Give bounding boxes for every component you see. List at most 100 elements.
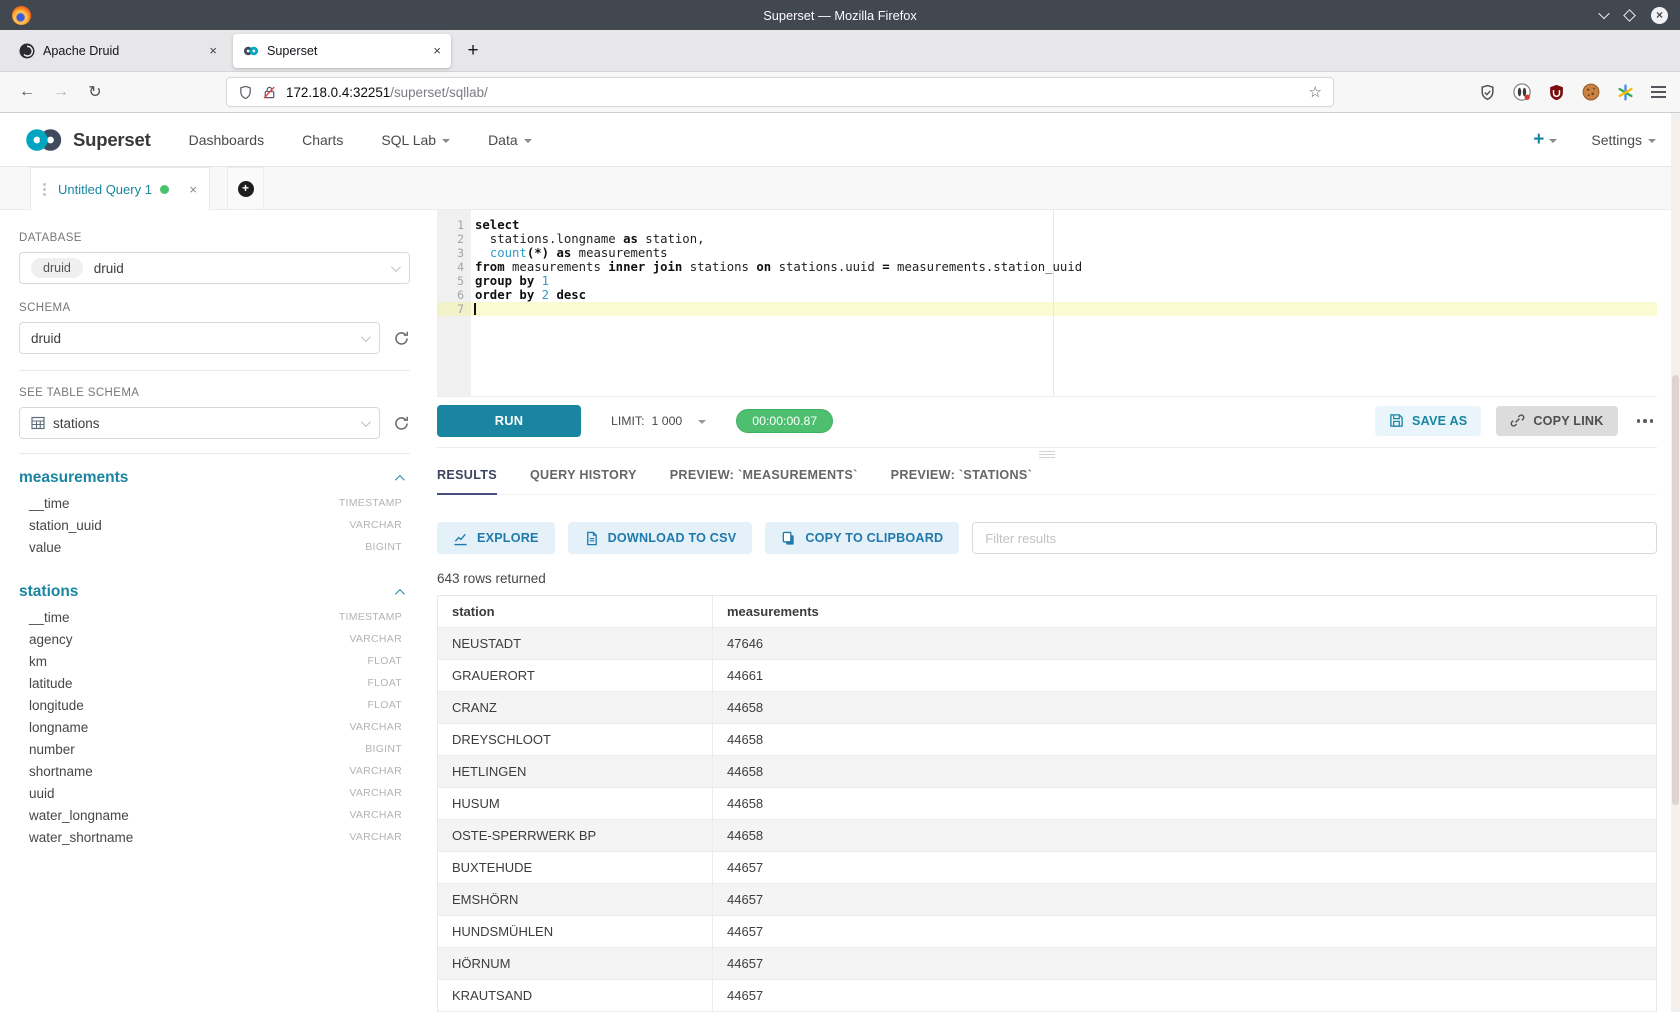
- resize-handle-icon[interactable]: [1039, 454, 1055, 455]
- table-row[interactable]: KRAUTSAND44657: [438, 980, 1656, 1012]
- browser-tab-superset[interactable]: Superset ×: [233, 34, 451, 68]
- firefox-logo: [12, 6, 31, 25]
- browser-tab-apache-druid[interactable]: Apache Druid ×: [9, 34, 227, 68]
- cell-station: HUSUM: [438, 788, 713, 819]
- column-header-station[interactable]: station: [438, 596, 713, 627]
- table-row[interactable]: OSTE-SPERRWERK BP44658: [438, 820, 1656, 852]
- copy-link-button[interactable]: COPY LINK: [1496, 406, 1617, 436]
- results-actions: EXPLORE DOWNLOAD TO CSV COPY TO CLIPBOARD: [437, 522, 1657, 554]
- column-row: agencyVARCHAR: [19, 628, 410, 650]
- editor-code[interactable]: select stations.longname as station, cou…: [471, 210, 1657, 396]
- nav-item-dashboards[interactable]: Dashboards: [189, 132, 265, 148]
- rows-returned-text: 643 rows returned: [437, 571, 1657, 586]
- cell-measurements: 44658: [713, 788, 1656, 819]
- chevron-down-icon: [1648, 139, 1656, 143]
- table-row[interactable]: HÖRNUM44657: [438, 948, 1656, 980]
- superset-favicon: [243, 43, 259, 59]
- schema-table-header[interactable]: stations: [19, 582, 410, 602]
- scrollbar-thumb[interactable]: [1672, 375, 1679, 805]
- back-icon[interactable]: ←: [14, 79, 40, 105]
- line-number: 6: [437, 288, 471, 302]
- cell-station: EMSHÖRN: [438, 884, 713, 915]
- link-icon: [1510, 413, 1525, 428]
- chevron-up-icon[interactable]: [395, 588, 405, 598]
- tracking-shield-icon[interactable]: [238, 85, 253, 100]
- database-select[interactable]: druid druid: [19, 252, 410, 284]
- menu-icon[interactable]: [1651, 91, 1666, 93]
- privacy-badger-icon[interactable]: [1513, 83, 1531, 101]
- forward-icon[interactable]: →: [48, 79, 74, 105]
- chevron-down-icon: [442, 139, 450, 143]
- results-tab-preview-stations[interactable]: PREVIEW: `STATIONS`: [891, 468, 1032, 494]
- column-name: number: [29, 742, 75, 757]
- window-maximize-icon[interactable]: [1623, 9, 1636, 22]
- explore-button[interactable]: EXPLORE: [437, 522, 555, 554]
- nav-item-data[interactable]: Data: [488, 132, 532, 148]
- ublock-icon[interactable]: [1548, 84, 1565, 101]
- pane-resize-row[interactable]: [437, 448, 1657, 462]
- page-scrollbar[interactable]: [1671, 113, 1680, 1012]
- chevron-up-icon[interactable]: [395, 474, 405, 484]
- results-tab-results[interactable]: RESULTS: [437, 468, 497, 494]
- action-buttons: EXPLORE DOWNLOAD TO CSV COPY TO CLIPBOARD: [437, 522, 959, 554]
- table-row[interactable]: HUSUM44658: [438, 788, 1656, 820]
- superset-brand[interactable]: Superset: [24, 128, 151, 152]
- column-header-measurements[interactable]: measurements: [713, 596, 1656, 627]
- nav-item-charts[interactable]: Charts: [302, 132, 343, 148]
- table-select[interactable]: stations: [19, 407, 380, 439]
- tab-close-icon[interactable]: ×: [433, 43, 441, 58]
- multicolor-asterisk-extension-icon[interactable]: [1617, 84, 1634, 101]
- nav-item-sql-lab[interactable]: SQL Lab: [381, 132, 450, 148]
- table-row[interactable]: BUXTEHUDE44657: [438, 852, 1656, 884]
- table-row[interactable]: CRANZ44658: [438, 692, 1656, 724]
- limit-control[interactable]: LIMIT: 1 000: [611, 414, 706, 428]
- new-item-button[interactable]: +: [1533, 129, 1557, 151]
- cell-measurements: 44657: [713, 980, 1656, 1011]
- tab-close-icon[interactable]: ×: [209, 43, 217, 58]
- bookmark-star-icon[interactable]: ☆: [1309, 83, 1322, 101]
- table-row[interactable]: HETLINGEN44658: [438, 756, 1656, 788]
- window-minimize-icon[interactable]: [1598, 8, 1609, 19]
- sql-editor[interactable]: 1234567 select stations.longname as stat…: [437, 210, 1657, 397]
- settings-menu[interactable]: Settings: [1591, 132, 1656, 148]
- results-tab-preview-measurements[interactable]: PREVIEW: `MEASUREMENTS`: [670, 468, 858, 494]
- run-button[interactable]: RUN: [437, 405, 581, 437]
- column-row: __timeTIMESTAMP: [19, 606, 410, 628]
- more-options-icon[interactable]: [1633, 419, 1658, 423]
- table-row[interactable]: EMSHÖRN44657: [438, 884, 1656, 916]
- schema-table-header[interactable]: measurements: [19, 468, 410, 488]
- table-row[interactable]: DREYSCHLOOT44658: [438, 724, 1656, 756]
- code-line: [471, 302, 1657, 316]
- new-tab-button[interactable]: +: [458, 36, 488, 66]
- column-type: BIGINT: [365, 743, 402, 755]
- column-type: BIGINT: [365, 541, 402, 553]
- query-tab-untitled-query-1[interactable]: Untitled Query 1 ×: [30, 167, 210, 210]
- table-row[interactable]: NEUSTADT47646: [438, 628, 1656, 660]
- shield-extension-icon[interactable]: [1479, 84, 1496, 101]
- column-name: __time: [29, 496, 70, 511]
- code-line: select: [471, 218, 1657, 232]
- refresh-icon[interactable]: [393, 330, 410, 347]
- table-row[interactable]: HUNDSMÜHLEN44657: [438, 916, 1656, 948]
- download-to-csv-button[interactable]: DOWNLOAD TO CSV: [568, 522, 753, 554]
- column-row: longnameVARCHAR: [19, 716, 410, 738]
- insecure-lock-icon[interactable]: [262, 85, 277, 100]
- action-button-label: EXPLORE: [477, 531, 539, 545]
- save-as-button[interactable]: SAVE AS: [1375, 406, 1481, 436]
- url-bar[interactable]: 172.18.0.4:32251/superset/sqllab/ ☆: [226, 77, 1334, 107]
- drag-handle-icon[interactable]: [43, 188, 46, 191]
- filter-results-input[interactable]: [972, 522, 1657, 554]
- refresh-icon[interactable]: [393, 415, 410, 432]
- results-tab-query-history[interactable]: QUERY HISTORY: [530, 468, 637, 494]
- query-tab-close-icon[interactable]: ×: [189, 182, 197, 197]
- copy-to-clipboard-button[interactable]: COPY TO CLIPBOARD: [765, 522, 959, 554]
- cell-station: DREYSCHLOOT: [438, 724, 713, 755]
- url-host: 172.18.0.4:32251: [286, 85, 390, 100]
- window-close-icon[interactable]: ×: [1651, 7, 1668, 24]
- cookie-icon[interactable]: [1582, 83, 1600, 101]
- table-row[interactable]: GRAUERORT44661: [438, 660, 1656, 692]
- chevron-down-icon: [361, 332, 371, 342]
- add-query-tab-button[interactable]: +: [227, 167, 264, 209]
- reload-icon[interactable]: ↻: [82, 79, 108, 105]
- schema-select[interactable]: druid: [19, 322, 380, 354]
